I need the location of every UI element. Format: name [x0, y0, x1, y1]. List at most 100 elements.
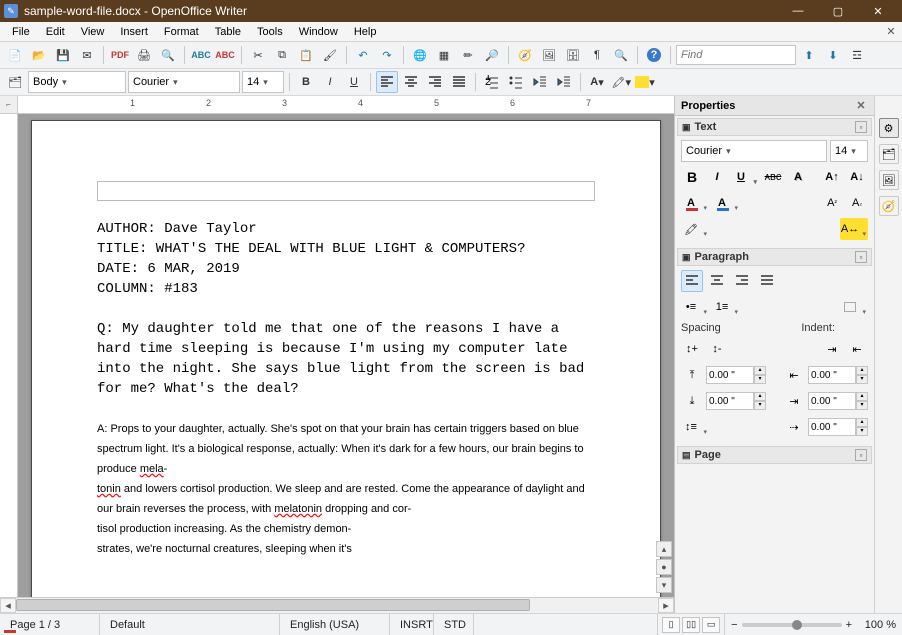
- bullets-button[interactable]: [505, 71, 527, 93]
- prop-underline-button[interactable]: U▾: [731, 166, 759, 188]
- restore-icon[interactable]: ▫: [855, 121, 867, 133]
- paragraph-style-dropdown[interactable]: Body▾: [28, 71, 126, 93]
- section-paragraph-header[interactable]: ▣Paragraph▫: [677, 248, 872, 266]
- properties-close-button[interactable]: ✕: [854, 99, 868, 113]
- find-next-button[interactable]: ⬇: [822, 44, 844, 66]
- doc-line[interactable]: [97, 399, 595, 419]
- prop-super-button[interactable]: A²: [821, 192, 843, 214]
- indent-left-input[interactable]: [808, 366, 856, 384]
- paste-button[interactable]: 📋: [295, 44, 317, 66]
- prop-font-dropdown[interactable]: Courier▾: [681, 140, 827, 162]
- spin-up[interactable]: ▴: [754, 366, 766, 375]
- nonprinting-button[interactable]: ¶: [586, 44, 608, 66]
- prop-italic-button[interactable]: I: [706, 166, 728, 188]
- scroll-right-button[interactable]: ▸: [658, 598, 674, 613]
- prop-space-dec-button[interactable]: ↕-: [706, 338, 728, 360]
- sidebar-properties-tab[interactable]: ⚙: [879, 118, 899, 138]
- find-all-button[interactable]: ☲: [846, 44, 868, 66]
- menu-tools[interactable]: Tools: [249, 24, 291, 40]
- prop-bold-button[interactable]: B: [681, 166, 703, 188]
- italic-button[interactable]: I: [319, 71, 341, 93]
- print-button[interactable]: 🖨: [133, 44, 155, 66]
- zoom-slider[interactable]: [742, 623, 842, 627]
- pdf-button[interactable]: PDF: [109, 44, 131, 66]
- new-button[interactable]: 📄: [4, 44, 26, 66]
- header-area[interactable]: [97, 181, 595, 201]
- page-viewport[interactable]: AUTHOR: Dave Taylor TITLE: WHAT'S THE DE…: [18, 114, 674, 597]
- zoom-button[interactable]: 🔍: [610, 44, 632, 66]
- vertical-ruler[interactable]: [0, 114, 18, 597]
- justify-button[interactable]: [448, 71, 470, 93]
- help-button[interactable]: ?: [643, 44, 665, 66]
- horizontal-scrollbar[interactable]: ◂ ▸: [0, 597, 674, 613]
- email-button[interactable]: ✉: [76, 44, 98, 66]
- prop-align-right-button[interactable]: [731, 270, 753, 292]
- highlight-button[interactable]: 🖍▾: [610, 71, 632, 93]
- autospell-button[interactable]: ABC: [214, 44, 236, 66]
- show-draw-button[interactable]: ✏: [457, 44, 479, 66]
- doc-close-button[interactable]: ✕: [884, 24, 898, 38]
- minimize-button[interactable]: ―: [778, 0, 818, 22]
- indent-right-input[interactable]: [808, 392, 856, 410]
- menu-edit[interactable]: Edit: [38, 24, 73, 40]
- view-single-button[interactable]: ▯: [662, 617, 680, 633]
- doc-paragraph[interactable]: Q: My daughter told me that one of the r…: [97, 319, 595, 399]
- prop-numbering-button[interactable]: 1≡▾: [712, 296, 740, 318]
- find-replace-button[interactable]: 🔎: [481, 44, 503, 66]
- prop-spacing-button[interactable]: A↔▾: [840, 218, 868, 240]
- prop-strike-button[interactable]: ᴀʙᴄ: [762, 166, 784, 188]
- view-book-button[interactable]: ▭: [702, 617, 720, 633]
- numbering-button[interactable]: 12: [481, 71, 503, 93]
- prop-fontcolor-button[interactable]: A▾: [681, 192, 709, 214]
- bold-button[interactable]: B: [295, 71, 317, 93]
- sidebar-gallery-tab[interactable]: 🖼: [879, 170, 899, 190]
- undo-button[interactable]: ↶: [352, 44, 374, 66]
- menu-window[interactable]: Window: [291, 24, 346, 40]
- prop-indent-inc-button[interactable]: ⇥: [821, 338, 843, 360]
- menu-help[interactable]: Help: [346, 24, 385, 40]
- status-style[interactable]: Default: [100, 614, 280, 635]
- preview-button[interactable]: 🔍: [157, 44, 179, 66]
- section-text-header[interactable]: ▣Text▫: [677, 118, 872, 136]
- navigator-button[interactable]: 🧭: [514, 44, 536, 66]
- spin-down[interactable]: ▾: [754, 375, 766, 384]
- gallery-button[interactable]: 🖼: [538, 44, 560, 66]
- maximize-button[interactable]: ▢: [818, 0, 858, 22]
- prop-charhighlight-button[interactable]: A▾: [712, 192, 740, 214]
- menu-view[interactable]: View: [73, 24, 113, 40]
- prop-shrink-button[interactable]: A↓: [846, 166, 868, 188]
- doc-line[interactable]: COLUMN: #183: [97, 279, 595, 299]
- menu-format[interactable]: Format: [156, 24, 207, 40]
- indent-firstline-input[interactable]: [808, 418, 856, 436]
- redo-button[interactable]: ↷: [376, 44, 398, 66]
- nav-next-button[interactable]: ▾: [656, 577, 672, 593]
- spin-up[interactable]: ▴: [856, 418, 868, 427]
- align-center-button[interactable]: [400, 71, 422, 93]
- prop-align-left-button[interactable]: [681, 270, 703, 292]
- horizontal-ruler[interactable]: 1 2 3 4 5 6 7: [18, 96, 674, 114]
- restore-icon[interactable]: ▫: [855, 251, 867, 263]
- doc-line[interactable]: AUTHOR: Dave Taylor: [97, 219, 595, 239]
- font-name-dropdown[interactable]: Courier▾: [128, 71, 240, 93]
- outdent-button[interactable]: [529, 71, 551, 93]
- spin-down[interactable]: ▾: [856, 375, 868, 384]
- menu-insert[interactable]: Insert: [112, 24, 156, 40]
- table-button[interactable]: ▦: [433, 44, 455, 66]
- section-page-header[interactable]: ▤Page▫: [677, 446, 872, 464]
- doc-line[interactable]: [97, 299, 595, 319]
- prop-bullets-button[interactable]: •≡▾: [681, 296, 709, 318]
- hyperlink-button[interactable]: 🌐: [409, 44, 431, 66]
- status-insert[interactable]: INSRT: [390, 614, 434, 635]
- scroll-thumb[interactable]: [16, 599, 530, 611]
- underline-button[interactable]: U: [343, 71, 365, 93]
- align-left-button[interactable]: [376, 71, 398, 93]
- prop-bgcolor-button[interactable]: ▾: [840, 296, 868, 318]
- find-prev-button[interactable]: ⬆: [798, 44, 820, 66]
- prop-justify-button[interactable]: [756, 270, 778, 292]
- nav-prev-button[interactable]: ▴: [656, 541, 672, 557]
- spacing-above-input[interactable]: [706, 366, 754, 384]
- zoom-out-button[interactable]: −: [731, 619, 737, 631]
- background-color-button[interactable]: ▾: [634, 71, 656, 93]
- status-selection[interactable]: STD: [434, 614, 474, 635]
- save-button[interactable]: 💾: [52, 44, 74, 66]
